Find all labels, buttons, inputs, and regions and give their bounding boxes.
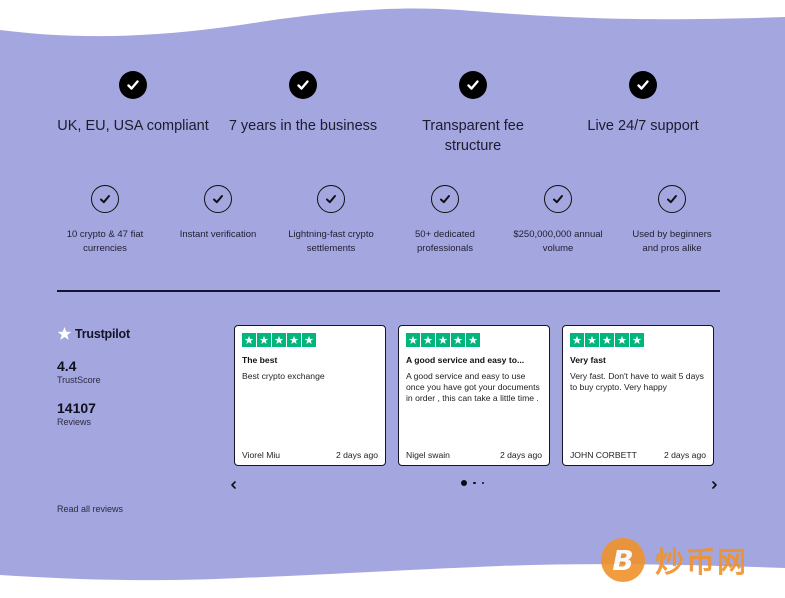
review-footer: Nigel swain 2 days ago <box>406 450 542 460</box>
feature-label: 50+ dedicated professionals <box>415 229 475 254</box>
highlight-item: 7 years in the business <box>218 71 388 136</box>
star-icon <box>421 333 435 347</box>
feature-label: Instant verification <box>179 229 257 240</box>
check-circle-outline-icon <box>317 185 345 213</box>
carousel-next-button[interactable] <box>708 478 720 492</box>
star-icon <box>466 333 480 347</box>
check-circle-filled-icon <box>119 71 147 99</box>
star-icon <box>406 333 420 347</box>
feature-label: Used by beginners and pros alike <box>632 229 712 254</box>
star-icon <box>585 333 599 347</box>
trust-score-value: 4.4 <box>57 358 77 374</box>
section-divider <box>57 290 720 292</box>
star-icon <box>600 333 614 347</box>
highlight-item: Transparent fee structure <box>388 71 558 156</box>
rating-stars <box>570 333 706 347</box>
check-circle-filled-icon <box>629 71 657 99</box>
review-author: JOHN CORBETT <box>570 450 637 460</box>
watermark-text: 炒币网 <box>655 545 749 579</box>
highlight-item: UK, EU, USA compliant <box>48 71 218 136</box>
star-icon <box>272 333 286 347</box>
highlight-item: Live 24/7 support <box>558 71 728 136</box>
star-icon <box>630 333 644 347</box>
check-circle-outline-icon <box>431 185 459 213</box>
watermark: B 炒币网 <box>601 538 748 582</box>
bitcoin-coin-icon: B <box>601 538 645 582</box>
review-title: The best <box>242 354 278 365</box>
review-body: Best crypto exchange <box>242 370 325 381</box>
trust-section: UK, EU, USA compliant 7 years in the bus… <box>0 0 785 598</box>
star-icon <box>570 333 584 347</box>
trustpilot-logo: Trustpilot <box>57 326 130 341</box>
trustpilot-brand: Trustpilot <box>75 326 130 341</box>
review-footer: Viorel Miu 2 days ago <box>242 450 378 460</box>
review-time: 2 days ago <box>663 450 706 460</box>
star-icon <box>242 333 256 347</box>
carousel-dot-1[interactable] <box>461 480 467 486</box>
review-body: A good service and easy to use once you … <box>406 370 540 403</box>
review-title: A good service and easy to... <box>406 354 525 365</box>
check-circle-outline-icon <box>544 185 572 213</box>
star-icon <box>615 333 629 347</box>
feature-item: 10 crypto & 47 fiat currencies <box>45 185 165 256</box>
highlight-label: 7 years in the business <box>228 118 378 134</box>
review-count-value: 14107 <box>57 400 96 416</box>
star-icon <box>302 333 316 347</box>
star-icon <box>287 333 301 347</box>
feature-item: Lightning-fast crypto settlements <box>271 185 391 256</box>
star-icon <box>436 333 450 347</box>
trustpilot-star-icon <box>57 326 72 340</box>
review-count-label: Reviews <box>57 417 92 427</box>
star-icon <box>451 333 465 347</box>
feature-item: Used by beginners and pros alike <box>612 185 732 256</box>
check-circle-outline-icon <box>658 185 686 213</box>
highlight-label: Live 24/7 support <box>587 118 699 134</box>
review-author: Viorel Miu <box>242 450 281 460</box>
check-circle-outline-icon <box>91 185 119 213</box>
chevron-right-icon <box>711 481 717 489</box>
carousel-dot-3[interactable] <box>481 481 484 485</box>
review-card[interactable]: The best Best crypto exchange Viorel Miu… <box>234 325 386 466</box>
review-title: Very fast <box>570 354 606 365</box>
check-circle-outline-icon <box>204 185 232 213</box>
check-circle-filled-icon <box>459 71 487 99</box>
feature-item: Instant verification <box>158 185 278 242</box>
carousel-dot-2[interactable] <box>473 481 476 485</box>
chevron-left-icon <box>230 481 236 489</box>
read-all-reviews-link[interactable]: Read all reviews <box>57 504 123 514</box>
star-icon <box>257 333 271 347</box>
check-circle-filled-icon <box>289 71 317 99</box>
feature-item: $250,000,000 annual volume <box>498 185 618 256</box>
carousel-prev-button[interactable] <box>227 478 239 492</box>
highlight-label: UK, EU, USA compliant <box>57 118 209 134</box>
review-card[interactable]: Very fast Very fast. Don't have to wait … <box>562 325 714 466</box>
review-time: 2 days ago <box>499 450 542 460</box>
feature-label: $250,000,000 annual volume <box>513 229 603 254</box>
feature-label: 10 crypto & 47 fiat currencies <box>66 229 144 254</box>
review-time: 2 days ago <box>335 450 378 460</box>
rating-stars <box>242 333 378 347</box>
review-card[interactable]: A good service and easy to... A good ser… <box>398 325 550 466</box>
carousel-pagination <box>461 480 484 486</box>
feature-item: 50+ dedicated professionals <box>385 185 505 256</box>
review-author: Nigel swain <box>406 450 450 460</box>
review-footer: JOHN CORBETT 2 days ago <box>570 450 706 460</box>
feature-label: Lightning-fast crypto settlements <box>288 229 374 254</box>
highlight-label: Transparent fee structure <box>422 118 524 154</box>
rating-stars <box>406 333 542 347</box>
trust-score-label: TrustScore <box>57 375 101 385</box>
review-body: Very fast. Don't have to wait 5 days to … <box>570 370 704 392</box>
